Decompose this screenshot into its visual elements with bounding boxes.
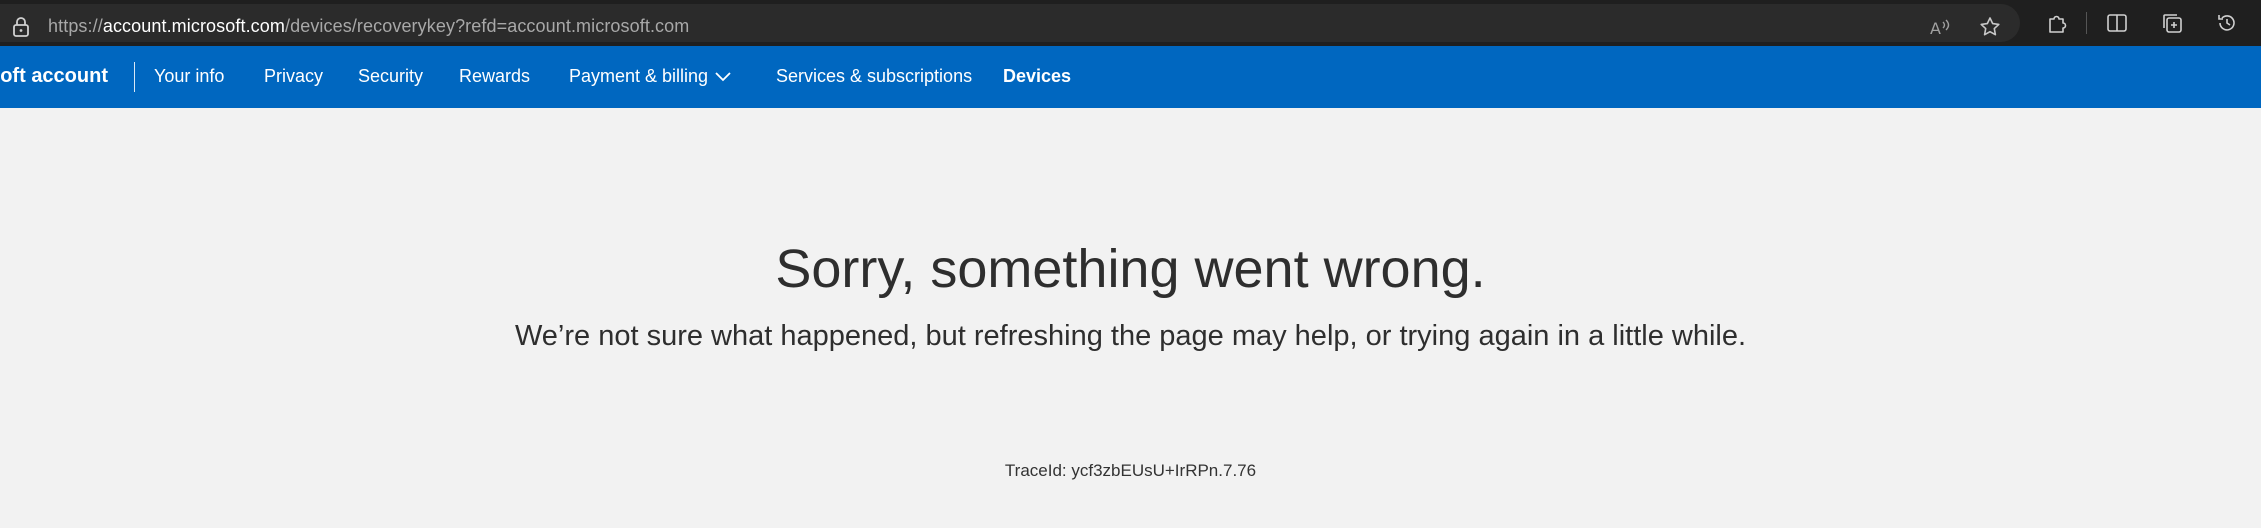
account-navbar: oft account Your info Privacy Security R…: [0, 46, 2261, 108]
brand-title[interactable]: oft account: [0, 65, 108, 88]
nav-privacy[interactable]: Privacy: [264, 66, 323, 87]
nav-divider: [134, 62, 135, 92]
browser-toolbar: https://account.microsoft.com/devices/re…: [0, 0, 2261, 46]
collections-icon[interactable]: [2160, 11, 2184, 35]
error-message: We’re not sure what happened, but refres…: [514, 320, 1747, 352]
toolbar-divider: [2086, 12, 2087, 34]
nav-rewards[interactable]: Rewards: [459, 66, 530, 87]
nav-services-subscriptions[interactable]: Services & subscriptions: [776, 66, 972, 87]
read-aloud-icon[interactable]: A: [1928, 15, 1952, 39]
url-path: /devices/recoverykey?refd=account.micros…: [285, 16, 690, 36]
url-domain: account.microsoft.com: [102, 16, 285, 36]
split-screen-icon[interactable]: [2105, 11, 2129, 35]
url-text[interactable]: https://account.microsoft.com/devices/re…: [48, 16, 689, 37]
favorite-star-icon[interactable]: [1978, 15, 2002, 39]
svg-text:A: A: [1930, 19, 1941, 38]
trace-id: TraceId: ycf3zbEUsU+IrRPn.7.76: [1004, 461, 1257, 480]
url-prefix: https://: [48, 16, 103, 36]
chevron-down-icon[interactable]: [714, 70, 732, 82]
history-icon[interactable]: [2215, 11, 2239, 35]
lock-icon[interactable]: [12, 17, 30, 37]
nav-devices[interactable]: Devices: [1003, 66, 1071, 87]
nav-security[interactable]: Security: [358, 66, 423, 87]
nav-your-info[interactable]: Your info: [154, 66, 224, 87]
error-content: Sorry, something went wrong. We’re not s…: [0, 108, 2261, 528]
address-bar[interactable]: https://account.microsoft.com/devices/re…: [0, 4, 2020, 42]
error-title: Sorry, something went wrong.: [775, 239, 1486, 299]
extensions-icon[interactable]: [2045, 11, 2069, 35]
nav-payment-billing[interactable]: Payment & billing: [569, 66, 708, 87]
